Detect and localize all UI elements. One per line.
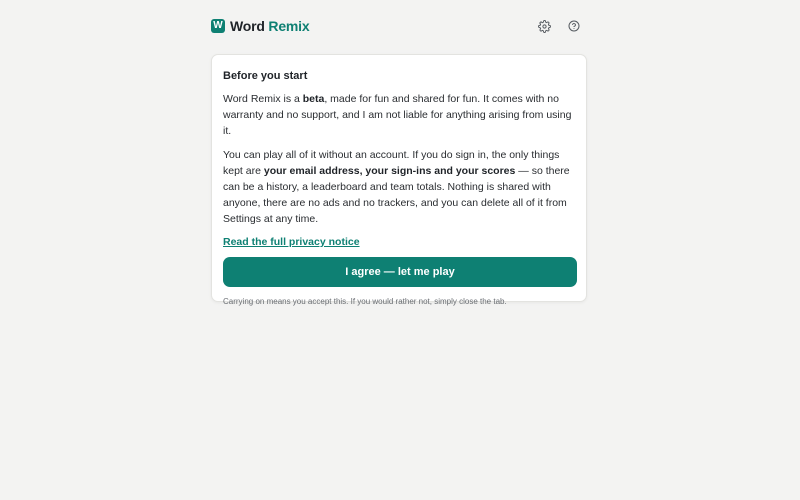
beta-text-start: Word Remix is a <box>223 93 303 105</box>
help-circle-icon <box>568 20 579 32</box>
gear-icon <box>538 19 551 33</box>
agree-button[interactable]: I agree — let me play <box>223 257 577 287</box>
brand: W Word Remix <box>211 18 310 34</box>
help-button[interactable] <box>566 19 581 34</box>
brand-word-1: Word <box>230 18 265 34</box>
header-actions <box>537 19 581 34</box>
privacy-paragraph: You can play all of it without an accoun… <box>223 147 575 227</box>
privacy-notice-link[interactable]: Read the full privacy notice <box>223 235 360 249</box>
logo-mark: W <box>211 19 225 33</box>
privacy-emphasis: your email address, your sign-ins and yo… <box>263 165 516 177</box>
app: W Word Remix Before you start Word Remix… <box>211 0 589 306</box>
header: W Word Remix <box>211 0 589 52</box>
beta-emphasis: beta <box>302 93 325 105</box>
settings-button[interactable] <box>537 19 552 34</box>
notice-card: Before you start Word Remix is a beta, m… <box>211 54 587 306</box>
beta-paragraph: Word Remix is a beta, made for fun and s… <box>223 91 575 139</box>
brand-word-2: Remix <box>268 18 310 34</box>
footnote: Carrying on means you accept this. If yo… <box>223 297 507 306</box>
notice-title: Before you start <box>223 70 308 82</box>
brand-name: Word Remix <box>230 18 310 34</box>
